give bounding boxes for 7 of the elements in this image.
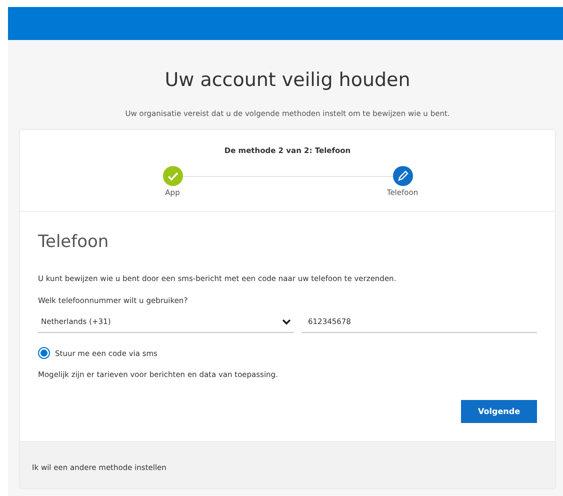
chevron-down-icon [282, 318, 291, 324]
radio-button[interactable] [38, 347, 50, 359]
check-icon [162, 166, 182, 186]
section-heading: Telefoon [38, 232, 110, 252]
next-button[interactable]: Volgende [461, 400, 537, 423]
page-title: Uw account veilig houden [164, 68, 412, 91]
pencil-icon [392, 166, 412, 186]
